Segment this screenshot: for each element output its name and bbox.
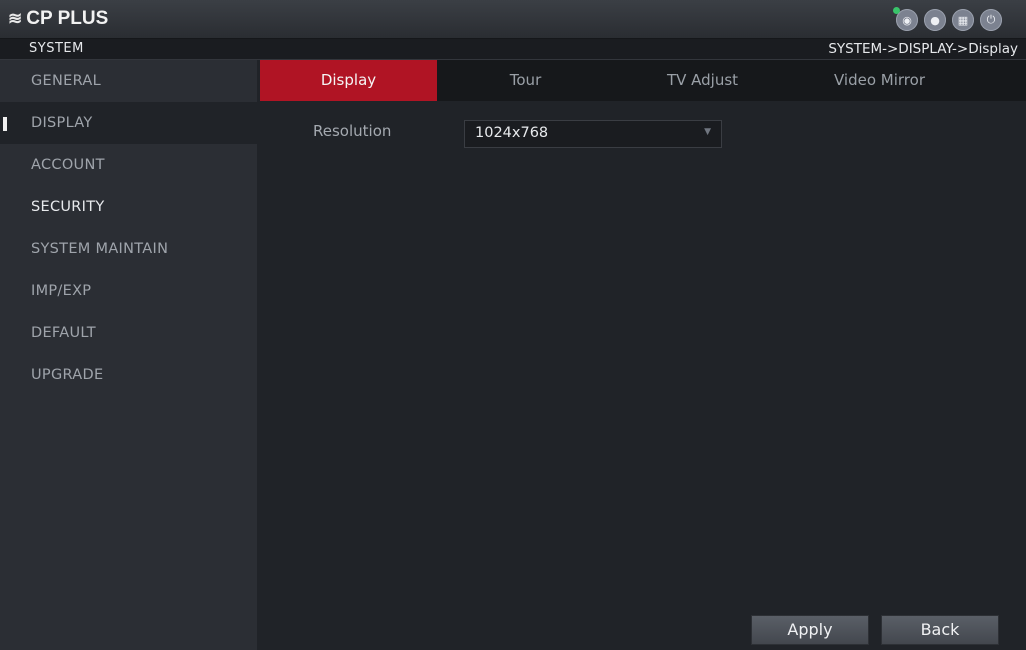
sidebar-item-account[interactable]: ACCOUNT — [0, 144, 257, 186]
resolution-select[interactable]: 1024x768 ▼ — [464, 120, 722, 148]
sidebar-item-imp-exp[interactable]: IMP/EXP — [0, 270, 257, 312]
cp-plus-logo: ≋ CP PLUS — [8, 6, 108, 32]
status-dot — [893, 7, 900, 14]
logo-mark-icon: ≋ — [8, 9, 23, 28]
live-view-icon[interactable]: ◉ — [893, 7, 918, 31]
top-bar: ≋ CP PLUS ◉ ● ▦ ⏻ — [0, 0, 1026, 39]
sidebar-item-system-maintain[interactable]: SYSTEM MAINTAIN — [0, 228, 257, 270]
power-icon[interactable]: ⏻ — [980, 9, 1002, 31]
user-icon[interactable]: ● — [924, 9, 946, 31]
breadcrumb: SYSTEM->DISPLAY->Display — [828, 41, 1018, 57]
sidebar-item-upgrade[interactable]: UPGRADE — [0, 354, 257, 396]
tab-bar: Display Tour TV Adjust Video Mirror — [260, 60, 1026, 101]
header-bar: SYSTEM SYSTEM->DISPLAY->Display — [0, 39, 1026, 60]
apply-button[interactable]: Apply — [751, 615, 869, 645]
main-panel: Display Tour TV Adjust Video Mirror Reso… — [257, 60, 1026, 650]
logo-text: CP PLUS — [26, 8, 109, 29]
top-icon-group: ◉ ● ▦ ⏻ — [893, 7, 1002, 31]
back-button[interactable]: Back — [881, 615, 999, 645]
menu-grid-icon[interactable]: ▦ — [952, 9, 974, 31]
sidebar-item-general[interactable]: GENERAL — [0, 60, 257, 102]
sidebar-item-display[interactable]: DISPLAY — [0, 102, 257, 144]
sidebar-item-security[interactable]: SECURITY — [0, 186, 257, 228]
tab-tour[interactable]: Tour — [437, 60, 614, 101]
sidebar: GENERAL DISPLAY ACCOUNT SECURITY SYSTEM … — [0, 60, 257, 650]
chevron-down-icon: ▼ — [704, 127, 711, 137]
tab-video-mirror[interactable]: Video Mirror — [791, 60, 968, 101]
tab-display[interactable]: Display — [260, 60, 437, 101]
section-title: SYSTEM — [29, 41, 84, 56]
resolution-label: Resolution — [313, 122, 392, 140]
tab-tv-adjust[interactable]: TV Adjust — [614, 60, 791, 101]
sidebar-item-default[interactable]: DEFAULT — [0, 312, 257, 354]
resolution-value: 1024x768 — [475, 125, 549, 141]
